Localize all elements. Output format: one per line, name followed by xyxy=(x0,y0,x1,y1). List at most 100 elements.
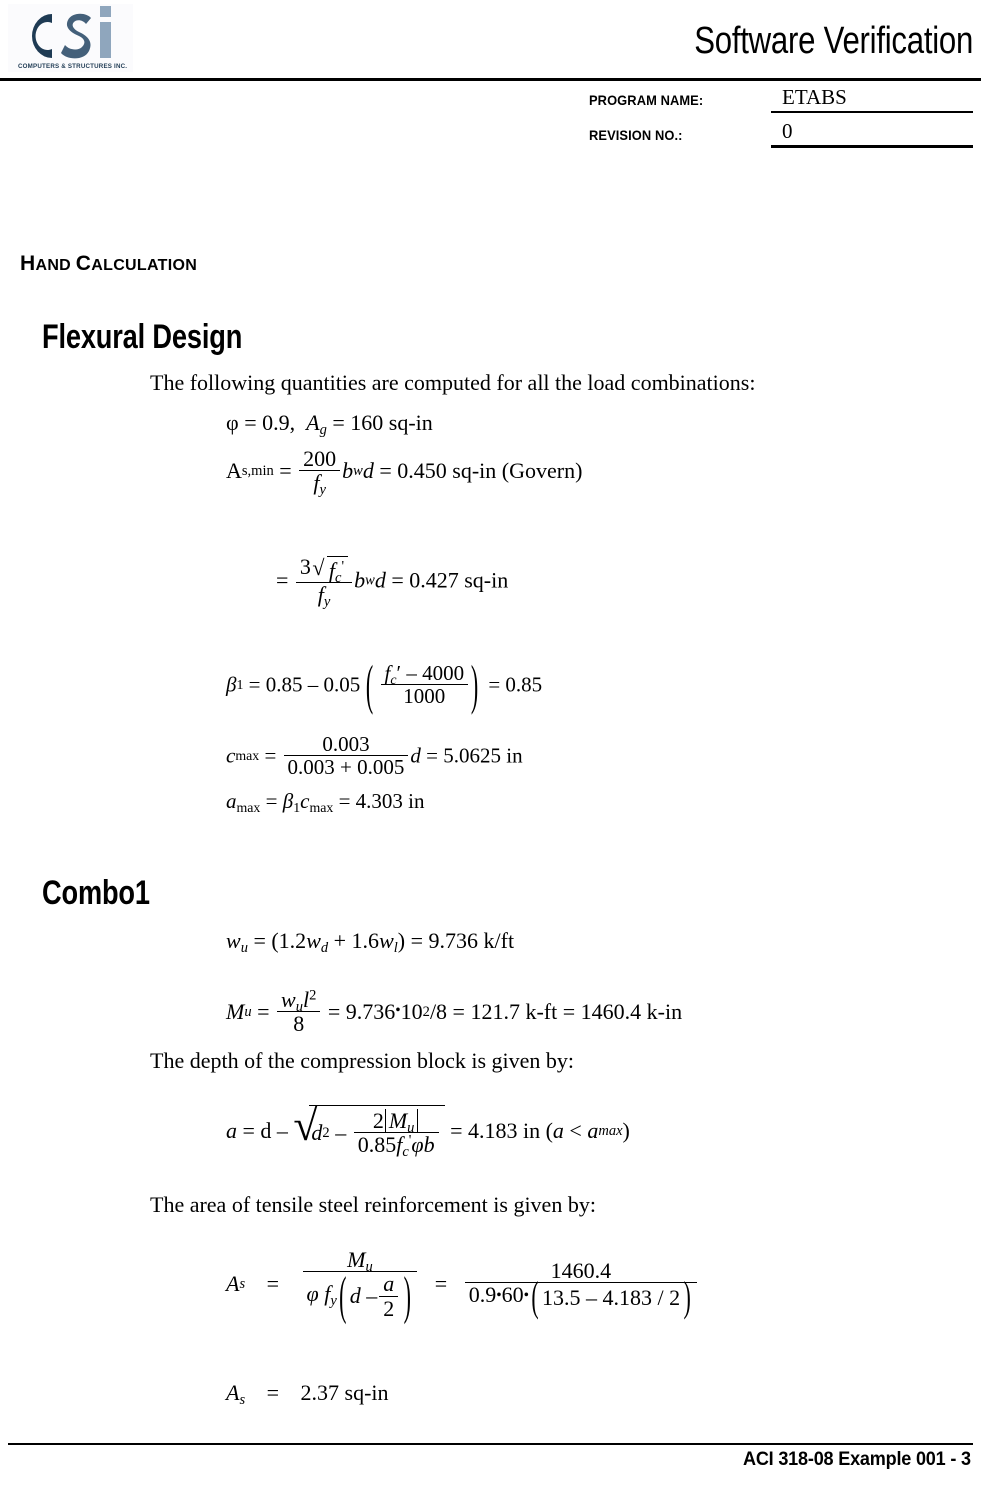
hand-rest: AND xyxy=(35,257,72,274)
fraction-denominator: 1000 xyxy=(380,684,469,708)
as-min-sub: s,min xyxy=(241,462,274,479)
beta1-result: = 0.85 xyxy=(488,672,543,697)
fraction-numerator: fc′ – 4000 xyxy=(384,661,465,687)
fraction-2mu-085fcphib: 2 Mu 0.85fc'φb xyxy=(353,1109,439,1160)
amax-symbol: a xyxy=(226,789,237,813)
cmax-result: = 5.0625 in xyxy=(426,743,523,768)
fraction-numerator: Mu xyxy=(347,1247,373,1276)
fraction-200-fy: 200 fy xyxy=(299,446,341,498)
ag-sub: g xyxy=(319,422,327,439)
d-symbol: d xyxy=(410,743,421,768)
calc-rest: ALCULATION xyxy=(91,257,198,274)
paragraph-depth: The depth of the compression block is gi… xyxy=(150,1048,575,1073)
amax-eq: = xyxy=(265,789,278,813)
fraction-numeric: 1460.4 0.9•60•(13.5 – 4.183 / 2) xyxy=(464,1258,698,1321)
as-min-eq: = xyxy=(279,457,292,483)
mu-eq: = xyxy=(257,998,270,1024)
equation-mu: Mu = wul2 8 = 9.736•102/8 = 121.7 k-ft =… xyxy=(226,987,683,1037)
hand-cap: H xyxy=(20,252,36,275)
fraction-denominator: 8 xyxy=(277,1011,321,1036)
fraction-denominator: φ fy(d – a 2) xyxy=(302,1264,418,1325)
sqrt-icon: √ fc' xyxy=(311,555,349,585)
as-eq1: = xyxy=(266,1270,280,1296)
fraction-denominator: fy xyxy=(299,470,341,498)
as-symbol: A xyxy=(226,1270,240,1296)
bw-symbol: b xyxy=(354,567,366,593)
heading-hand-calculation: HAND CALCULATION xyxy=(20,252,197,276)
document-title: Software Verification xyxy=(694,20,973,62)
revision-no-label: REVISION NO.: xyxy=(589,127,683,143)
wu-symbol: w xyxy=(226,928,241,953)
fraction-mu-phify: Mu φ fy(d – a 2) xyxy=(302,1247,418,1325)
mu-result-a: = 9.736 xyxy=(327,998,396,1024)
mu-symbol: M xyxy=(226,998,245,1024)
beta-symbol: β xyxy=(226,672,237,697)
big-parentheses: (d – a 2) xyxy=(339,1264,411,1325)
fraction-denominator: 0.003 + 0.005 xyxy=(283,755,409,779)
phi-symbol: φ xyxy=(226,410,239,435)
absolute-value: Mu xyxy=(384,1109,419,1135)
mu-result-c: /8 = 121.7 k-ft = 1460.4 k-in xyxy=(429,998,683,1024)
as-eq2: = xyxy=(434,1270,448,1296)
bw-symbol: b xyxy=(342,457,354,483)
equation-as: As = Mu φ fy(d – a 2) = 1460.4 0.9•60•(13.… xyxy=(226,1247,699,1325)
as-result-symbol: A xyxy=(226,1380,240,1405)
ag-symbol: A xyxy=(306,410,320,435)
csi-logo-icon: COMPUTERS & STRUCTURES INC. xyxy=(18,6,127,70)
fraction-fc-4000-1000: fc′ – 4000 1000 xyxy=(380,661,469,708)
fraction-numerator: 3 √ fc' xyxy=(296,555,352,585)
d-symbol: d xyxy=(362,457,374,483)
fraction-denominator: 0.85fc'φb xyxy=(353,1132,439,1160)
logo-tagline: COMPUTERS & STRUCTURES INC. xyxy=(18,63,127,70)
fraction-numerator: 2 Mu xyxy=(354,1109,439,1135)
beta-symbol: β xyxy=(282,789,294,813)
equation-wu: wu = (1.2wd + 1.6wl) = 9.736 k/ft xyxy=(226,928,515,957)
amax-result: = 4.303 in xyxy=(338,789,425,813)
paragraph-area: The area of tensile steel reinforcement … xyxy=(150,1192,596,1217)
fraction-numerator: 1460.4 xyxy=(550,1258,612,1283)
fraction-numerator: wul2 xyxy=(281,987,317,1016)
equation-as-result: As = 2.37 sq-in xyxy=(226,1380,389,1409)
equation-a-depth: a = d – √ d2 – 2 Mu 0.85fc'φb = 4.183 in … xyxy=(226,1101,630,1161)
footer-reference: ACI 318-08 Example 001 - 3 xyxy=(743,1449,971,1470)
as-min-alt-eq: = xyxy=(276,567,289,593)
equation-as-min-alt: = 3 √ fc' fy bwd = 0.427 sq-in xyxy=(276,554,509,611)
wu-expr: = (1.2 xyxy=(253,928,307,953)
revision-no-underline xyxy=(771,145,973,148)
equation-beta1: β1 = 0.85 – 0.05 ( fc′ – 4000 1000 ) = 0… xyxy=(226,653,543,716)
heading-combo1: Combo1 xyxy=(42,874,150,912)
as-result-value: 2.37 sq-in xyxy=(300,1380,389,1405)
phi-value: = 0.9, xyxy=(244,410,296,435)
wu-result: ) = 9.736 k/ft xyxy=(397,928,515,953)
program-name-underline xyxy=(771,111,973,113)
cmax-eq: = xyxy=(264,743,277,768)
a-eq: = d – xyxy=(242,1117,288,1143)
paragraph-intro: The following quantities are computed fo… xyxy=(150,370,756,395)
equation-amax: amax = β1cmax = 4.303 in xyxy=(226,789,425,815)
header-divider xyxy=(0,78,981,81)
cmax-symbol: c xyxy=(226,743,236,768)
fraction-numerator: 200 xyxy=(303,446,337,471)
revision-no-value: 0 xyxy=(782,119,793,143)
equation-cmax: cmax = 0.003 0.003 + 0.005 d = 5.0625 in xyxy=(226,732,523,780)
csi-logo: COMPUTERS & STRUCTURES INC. xyxy=(8,4,133,72)
fraction-denominator: fy xyxy=(295,582,353,609)
program-name-value: ETABS xyxy=(782,85,847,109)
equation-phi-ag: φ = 0.9, Ag = 160 sq-in xyxy=(226,410,433,438)
as-min-label: A xyxy=(226,457,242,483)
page-header: COMPUTERS & STRUCTURES INC. Software Ver… xyxy=(0,0,981,150)
as-result-eq: = xyxy=(266,1380,280,1405)
fraction-numerator: 0.003 xyxy=(322,732,370,756)
calc-cap: C xyxy=(75,252,92,275)
d-symbol: d xyxy=(374,567,386,593)
a-result: = 4.183 in ( xyxy=(450,1117,553,1143)
a-symbol: a xyxy=(226,1117,237,1143)
big-parentheses: ( fc′ – 4000 1000 ) xyxy=(365,653,479,716)
fraction-wul2-8: wul2 8 xyxy=(277,987,321,1036)
fraction-strain: 0.003 0.003 + 0.005 xyxy=(283,732,409,779)
fraction-denominator: 0.9•60•(13.5 – 4.183 / 2) xyxy=(464,1272,698,1321)
heading-flexural-design: Flexural Design xyxy=(42,318,243,356)
as-min-result: = 0.450 sq-in (Govern) xyxy=(379,457,583,483)
program-name-label: PROGRAM NAME: xyxy=(589,92,704,108)
big-parentheses: (13.5 – 4.183 / 2) xyxy=(531,1272,691,1321)
